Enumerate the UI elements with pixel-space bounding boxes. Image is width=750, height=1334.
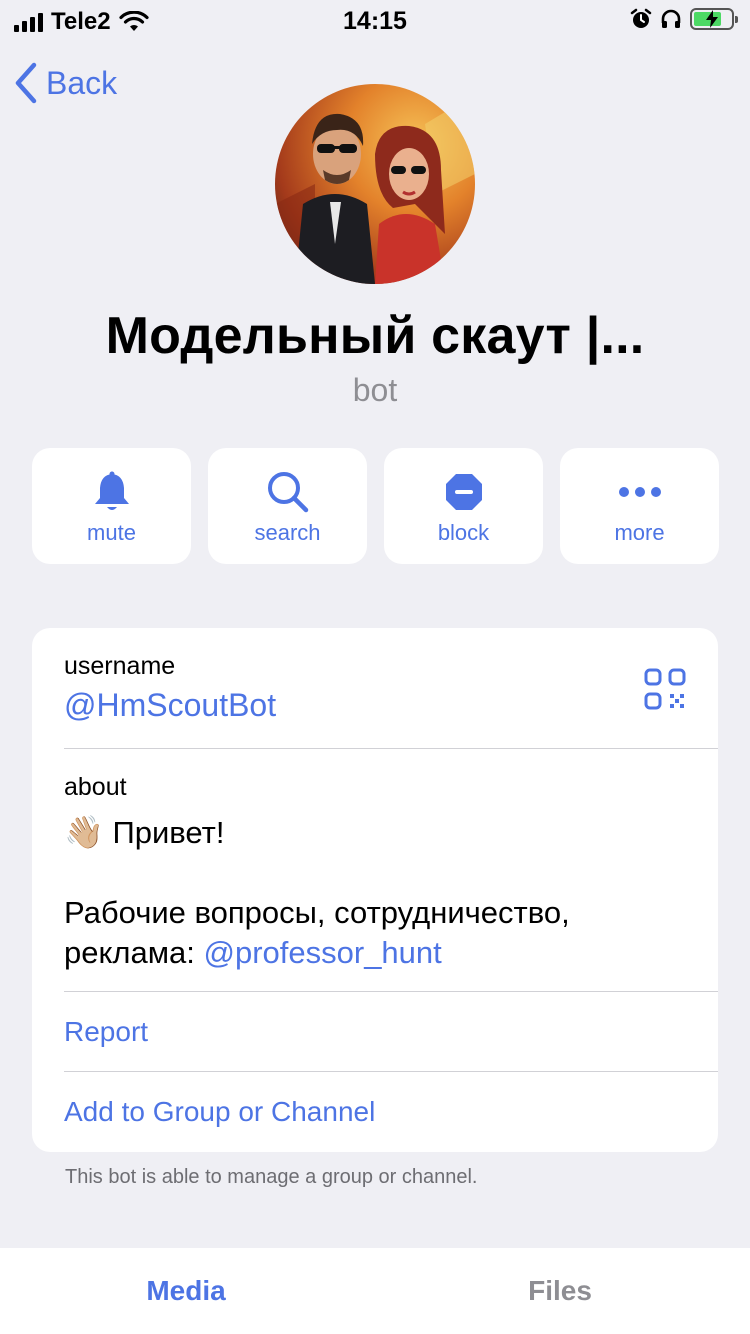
username-row[interactable]: username @HmScoutBot	[64, 652, 718, 724]
back-label: Back	[46, 64, 118, 101]
waving-hand-emoji: 👋🏼	[64, 814, 104, 850]
about-greeting: Привет!	[112, 815, 225, 850]
tab-files[interactable]: Files	[375, 1248, 745, 1334]
about-label: about	[64, 773, 127, 801]
bot-profile-screen: Tele2 14:15 Back Модельный скаут |... bo…	[0, 0, 750, 1334]
divider	[64, 748, 718, 749]
avatar-illustration	[275, 94, 475, 284]
divider	[64, 991, 718, 992]
qr-code-icon	[644, 668, 686, 710]
report-link[interactable]: Report	[64, 1016, 148, 1047]
search-button[interactable]: search	[208, 448, 367, 564]
about-prefix: реклама:	[64, 935, 204, 970]
report-row[interactable]: Report	[64, 1016, 718, 1048]
bottom-tabs: Media Files	[0, 1248, 750, 1334]
username-value[interactable]: @HmScoutBot	[64, 687, 718, 724]
block-icon	[445, 474, 482, 510]
profile-subtitle: bot	[352, 372, 398, 408]
more-icon	[618, 487, 661, 497]
block-label: block	[437, 520, 490, 545]
more-button[interactable]: more	[560, 448, 719, 564]
block-button[interactable]: block	[384, 448, 543, 564]
footnote: This bot is able to manage a group or ch…	[65, 1166, 478, 1188]
add-to-group-link[interactable]: Add to Group or Channel	[64, 1096, 375, 1127]
search-icon	[267, 472, 308, 513]
username-label: username	[64, 652, 176, 680]
about-mention-link[interactable]: @professor_hunt	[204, 935, 442, 970]
battery-charging-icon	[690, 8, 738, 30]
about-text: 👋🏼 Привет! Рабочие вопросы, сотрудничест…	[64, 812, 686, 973]
chevron-left-icon	[15, 62, 37, 104]
bell-icon	[94, 471, 129, 510]
qr-code-button[interactable]	[644, 668, 686, 715]
divider	[64, 1071, 718, 1072]
avatar[interactable]	[275, 84, 475, 284]
more-label: more	[614, 520, 665, 545]
headphones-icon	[661, 9, 681, 28]
action-bar: mute search block more	[32, 448, 719, 564]
mute-button[interactable]: mute	[32, 448, 191, 564]
info-card: username @HmScoutBot about 👋🏼 Привет! Ра…	[32, 628, 718, 1152]
tab-media[interactable]: Media	[0, 1248, 372, 1334]
back-button[interactable]: Back	[14, 62, 117, 104]
status-bar: Tele2 14:15	[0, 0, 750, 40]
add-to-group-row[interactable]: Add to Group or Channel	[64, 1096, 718, 1128]
about-line: Рабочие вопросы, сотрудничество,	[64, 895, 570, 930]
profile-name: Модельный скаут |...	[105, 307, 645, 365]
mute-label: mute	[87, 520, 136, 545]
about-row: about 👋🏼 Привет! Рабочие вопросы, сотруд…	[64, 773, 686, 973]
status-right	[630, 8, 738, 30]
search-label: search	[254, 520, 321, 545]
alarm-icon	[630, 8, 652, 28]
